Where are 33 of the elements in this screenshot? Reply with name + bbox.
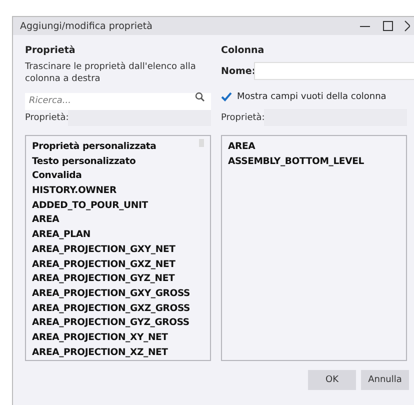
property-item[interactable]: AREA_PLAN bbox=[32, 228, 90, 243]
property-item[interactable]: AREA_PROJECTION_GXY_NET bbox=[32, 242, 176, 258]
property-label: Proprietà: bbox=[221, 112, 264, 122]
property-item[interactable]: ADDED_TO_POUR_UNIT bbox=[32, 198, 148, 214]
dialog-button[interactable]: OK bbox=[308, 370, 356, 390]
name-field[interactable] bbox=[254, 62, 414, 80]
dialog-button[interactable]: Annulla bbox=[361, 370, 409, 390]
column-item[interactable]: AREA bbox=[228, 140, 256, 155]
name-label: Nome: bbox=[221, 66, 254, 76]
property-item[interactable]: AREA bbox=[32, 213, 60, 228]
property-item[interactable]: AREA_PROJECTION_XZ_NET bbox=[32, 346, 168, 360]
search-icon bbox=[195, 92, 205, 102]
property-item[interactable]: Testo personalizzato bbox=[32, 154, 136, 170]
property-item[interactable]: AREA_PROJECTION_GXY_GROSS bbox=[32, 286, 190, 302]
maximize-icon[interactable] bbox=[382, 20, 394, 32]
property-item[interactable]: AREA_PROJECTION_GYZ_GROSS bbox=[32, 316, 190, 331]
property-label: Proprietà: bbox=[25, 112, 68, 122]
property-item[interactable]: HISTORY.OWNER bbox=[32, 184, 116, 199]
property-item[interactable]: AREA_PROJECTION_XY_NET bbox=[32, 330, 168, 346]
property-item[interactable]: Convalida bbox=[32, 169, 82, 184]
window-title: Aggiungi/modifica proprietà bbox=[20, 20, 154, 32]
property-item[interactable]: AREA_PROJECTION_GXZ_GROSS bbox=[32, 302, 190, 316]
search-field[interactable]: Ricerca... bbox=[25, 92, 211, 110]
section-heading: Proprietà bbox=[25, 45, 76, 58]
checkbox[interactable] bbox=[221, 91, 232, 102]
property-item[interactable]: AREA_PROJECTION_GYZ_NET bbox=[32, 272, 175, 287]
instructions-text: Trascinare le proprietà dall'elenco alla colonna a destra bbox=[25, 61, 197, 86]
property-item[interactable]: AREA_PROJECTION_GXZ_NET bbox=[32, 258, 176, 272]
section-heading: Colonna bbox=[221, 45, 266, 58]
checkbox-label: Mostra campi vuoti della colonna bbox=[237, 92, 386, 102]
column-item[interactable]: ASSEMBLY_BOTTOM_LEVEL bbox=[228, 154, 364, 170]
scrollbar-thumb[interactable] bbox=[199, 139, 204, 147]
property-item[interactable]: Proprietà personalizzata bbox=[32, 140, 156, 155]
